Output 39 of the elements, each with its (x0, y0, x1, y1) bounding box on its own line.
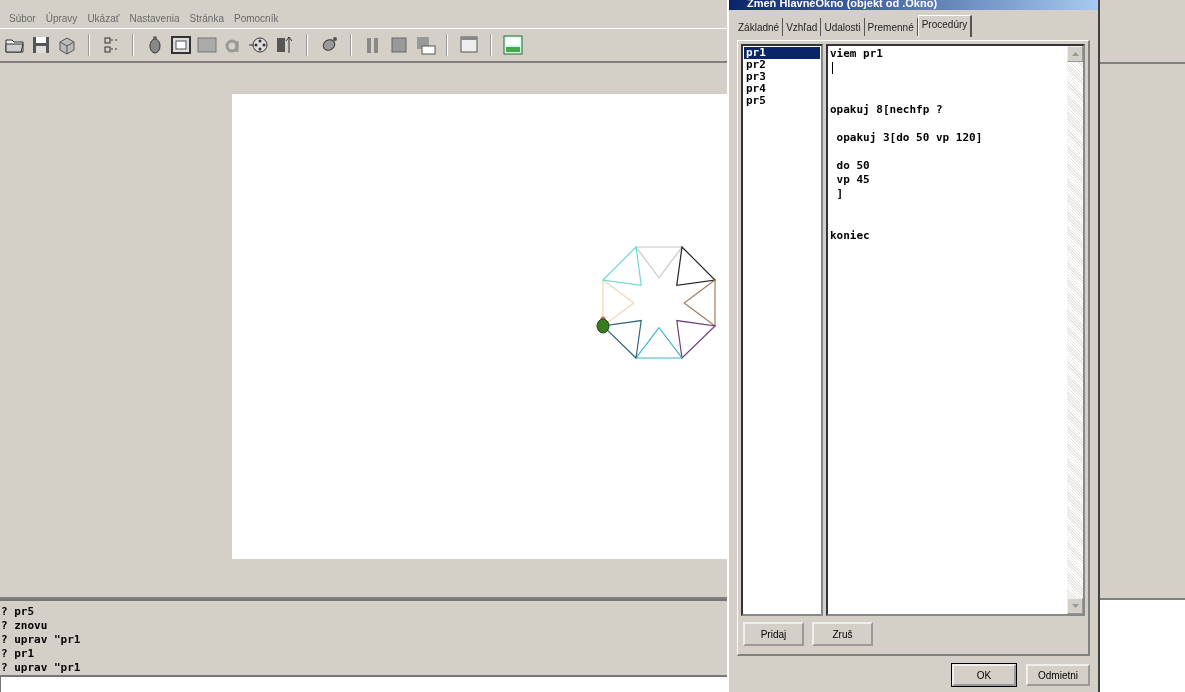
code-editor[interactable]: viem pr1 opakuj 8[nechfp ? opakuj 3[do 50 vp 120] do 50 vp 45 ] koniec (826, 44, 1085, 616)
console-line: ? pr5 (1, 605, 36, 619)
console-line: ? pr1 (1, 647, 36, 661)
tab[interactable]: Vzhľad (783, 18, 822, 36)
scroll-up-icon[interactable] (1067, 46, 1083, 62)
procedure-item[interactable]: pr4 (744, 83, 820, 95)
page-icon[interactable] (502, 34, 524, 56)
list-button[interactable]: Pridaj (743, 622, 804, 646)
run-icon[interactable] (414, 34, 436, 56)
media-icon[interactable] (248, 34, 270, 56)
list-button[interactable]: Zruš (812, 622, 873, 646)
tab[interactable]: Procedúry (917, 15, 973, 37)
dialog-button[interactable]: Odmietni (1026, 664, 1090, 686)
scrollbar[interactable] (1067, 46, 1083, 614)
dialog-button[interactable]: OK (952, 664, 1016, 686)
stop-icon[interactable] (388, 34, 410, 56)
menu-item[interactable]: Úpravy (40, 12, 83, 24)
save-icon[interactable] (30, 34, 52, 56)
procedure-item[interactable]: pr1 (744, 47, 820, 59)
frame-icon[interactable] (170, 34, 192, 56)
window-icon[interactable] (458, 34, 480, 56)
menu-item[interactable]: Ukázať (82, 12, 125, 24)
tab[interactable]: Udalosti (821, 18, 865, 36)
tab[interactable]: Premenné (864, 18, 918, 36)
tab[interactable]: Základné (735, 18, 784, 36)
procedure-item[interactable]: pr3 (744, 71, 820, 83)
text-cursor (832, 62, 833, 74)
menu-item[interactable]: Nastavenia (124, 12, 185, 24)
procedure-item[interactable]: pr2 (744, 59, 820, 71)
menu-item[interactable]: Súbor (4, 12, 41, 24)
menu-item[interactable]: Stránka (184, 12, 229, 24)
console-line: ? znovu (1, 619, 49, 633)
code-line: viem pr1 (830, 47, 883, 61)
menu-item[interactable]: Pomocník (229, 12, 284, 24)
procedure-item[interactable]: pr5 (744, 95, 820, 107)
console-line: ? uprav "pr1 (1, 661, 82, 675)
scroll-down-icon[interactable] (1067, 598, 1083, 614)
console-line: ? uprav "pr1 (1, 633, 82, 647)
code-text: opakuj 8[nechfp ? opakuj 3[do 50 vp 120] do 50 vp 45 ] koniec (830, 102, 983, 243)
